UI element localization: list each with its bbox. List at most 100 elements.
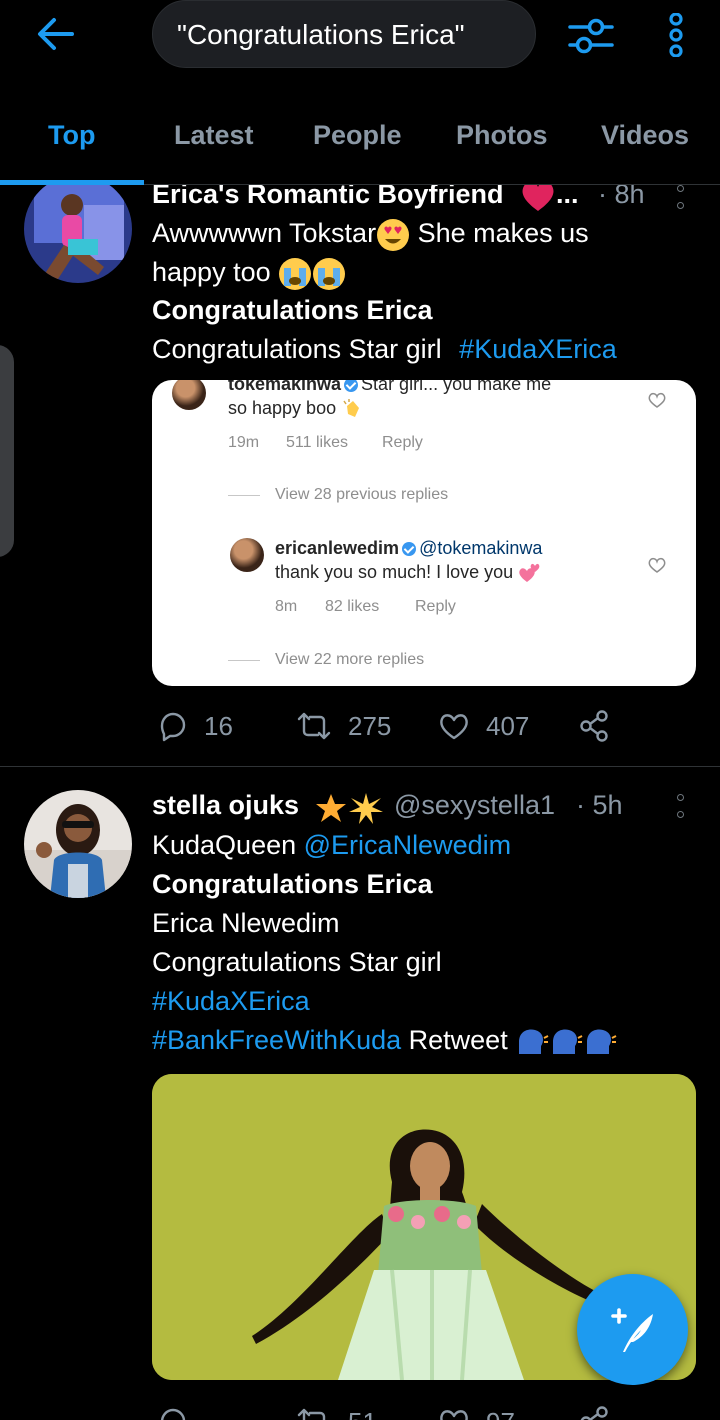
heart-eyes-emoji — [377, 219, 410, 251]
tweet[interactable]: Erica's Romantic Boyfriend ... · 8h Awww… — [0, 185, 720, 767]
retweet-button[interactable]: 275 — [296, 706, 391, 746]
comment-avatar — [172, 380, 206, 410]
tweet-text: She makes us — [417, 218, 589, 249]
hashtag-link[interactable]: #KudaXErica — [152, 986, 310, 1017]
retweet-count: 51 — [348, 1407, 377, 1420]
tweet-text: Retweet — [408, 1025, 508, 1055]
tweet-text-line: #BankFreeWithKuda Retweet — [152, 1025, 623, 1058]
mention-link[interactable]: @EricaNlewedim — [304, 830, 511, 860]
retweet-count: 275 — [348, 710, 392, 741]
hashtag-link[interactable]: #BankFreeWithKuda — [152, 1025, 401, 1055]
like-button[interactable]: 407 — [438, 706, 529, 746]
avatar[interactable] — [24, 790, 132, 898]
edge-panel-handle[interactable] — [0, 345, 14, 557]
crying-face-emoji — [279, 258, 312, 290]
comment-avatar — [230, 538, 264, 572]
divider-line — [228, 495, 260, 496]
compose-feather-icon — [610, 1307, 653, 1352]
tweet-caret-icon[interactable] — [670, 794, 690, 818]
back-button[interactable] — [34, 12, 78, 56]
comment-reply: Reply — [382, 434, 423, 451]
tweet-caret-icon[interactable] — [670, 185, 690, 209]
retweet-button[interactable]: 51 — [296, 1402, 377, 1420]
speaking-head-emoji — [519, 1029, 617, 1054]
share-button[interactable] — [578, 706, 626, 746]
retweet-icon — [297, 712, 331, 740]
reply-count: 16 — [204, 710, 233, 741]
tab-videos[interactable]: Videos — [601, 120, 689, 151]
search-filter-button[interactable] — [566, 10, 616, 60]
tweet-author[interactable]: stella ojuks — [152, 790, 299, 821]
heart-icon — [440, 714, 468, 740]
tweet-text-line: Awwwwwn Tokstar She makes us — [152, 218, 589, 252]
search-input[interactable]: "Congratulations Erica" — [152, 0, 536, 68]
reply-header: ericanlewedim @tokemakinwa — [275, 538, 543, 558]
tweet-text-line: happy too — [152, 257, 346, 291]
arrow-left-icon — [38, 18, 74, 50]
two-hearts-emoji — [519, 564, 540, 583]
tweet-text: Congratulations Erica — [152, 295, 433, 325]
tweet-text: KudaQueen — [152, 830, 297, 860]
hashtag-link[interactable]: #KudaXErica — [459, 334, 617, 364]
tweet-handle: @sexystella1 — [394, 790, 555, 820]
like-count: 97 — [486, 1407, 515, 1420]
tab-top[interactable]: Top — [48, 120, 95, 151]
tweet-actions: 16 275 407 — [152, 706, 632, 746]
tweet-text: happy too — [152, 257, 271, 288]
tweet-text: Congratulations Star girl — [152, 947, 442, 977]
reply-reply: Reply — [415, 598, 456, 615]
heart-outline-icon — [648, 557, 666, 573]
share-icon — [580, 710, 608, 742]
tab-photos[interactable]: Photos — [456, 120, 548, 151]
comment-text: tokemakinwa Star girl... you make me — [228, 380, 552, 394]
verified-icon — [344, 380, 359, 393]
red-heart-emoji — [522, 185, 554, 211]
search-tabs: Top Latest People Photos Videos — [0, 100, 720, 185]
tweet-image[interactable]: tokemakinwa Star girl... you make me so h… — [152, 380, 696, 686]
clapping-hands-emoji — [343, 399, 360, 418]
sliders-icon — [568, 18, 614, 54]
tweet-actions: 51 97 — [152, 1402, 632, 1420]
avatar-image — [24, 185, 132, 283]
tweet-text: Congratulations Erica — [152, 869, 433, 899]
stars-emoji — [316, 793, 383, 824]
tab-latest[interactable]: Latest — [174, 120, 254, 151]
avatar[interactable] — [24, 185, 132, 283]
heart-icon — [440, 1410, 468, 1420]
view-previous-replies: View 28 previous replies — [275, 486, 449, 503]
like-button[interactable]: 97 — [438, 1402, 515, 1420]
comment-icon — [160, 1408, 186, 1420]
like-count: 407 — [486, 710, 530, 741]
tab-people[interactable]: People — [313, 120, 402, 151]
comment-text-line2: so happy boo — [228, 398, 363, 420]
retweet-icon — [297, 1408, 326, 1420]
divider-line — [228, 660, 260, 661]
more-vertical-icon — [669, 13, 683, 57]
reply-button[interactable] — [156, 1402, 204, 1420]
reply-time: 8m — [275, 598, 298, 615]
verified-icon — [402, 542, 417, 557]
top-bar: "Congratulations Erica" — [0, 0, 720, 70]
tweet-text: Erica Nlewedim — [152, 908, 340, 938]
tweet-author[interactable]: Erica's Romantic Boyfriend — [152, 185, 504, 210]
search-query: "Congratulations Erica" — [177, 19, 465, 50]
tweet-author-ellipsis: ... — [556, 185, 579, 209]
tweet-text: Congratulations Star girl — [152, 334, 442, 364]
compose-tweet-button[interactable] — [577, 1274, 688, 1385]
share-button[interactable] — [578, 1402, 626, 1420]
tweet-text: Awwwwwn Tokstar — [152, 218, 377, 249]
comment-icon — [160, 712, 186, 742]
share-icon — [580, 1406, 608, 1420]
reply-button[interactable]: 16 — [156, 706, 233, 746]
more-options-button[interactable] — [656, 10, 696, 60]
avatar-image — [24, 790, 132, 898]
comment-likes: 511 likes — [286, 434, 348, 451]
tweet-time: · 8h — [598, 185, 645, 209]
tweet-text-line: KudaQueen @EricaNlewedim — [152, 830, 511, 861]
tweet-time: · 5h — [576, 790, 623, 820]
tweet-text-line: Congratulations Star girl #KudaXErica — [152, 334, 617, 365]
view-more-replies: View 22 more replies — [275, 651, 425, 668]
reply-likes: 82 likes — [325, 598, 380, 615]
comment-time: 19m — [228, 434, 260, 451]
reply-text: thank you so much! I love you — [275, 562, 542, 584]
